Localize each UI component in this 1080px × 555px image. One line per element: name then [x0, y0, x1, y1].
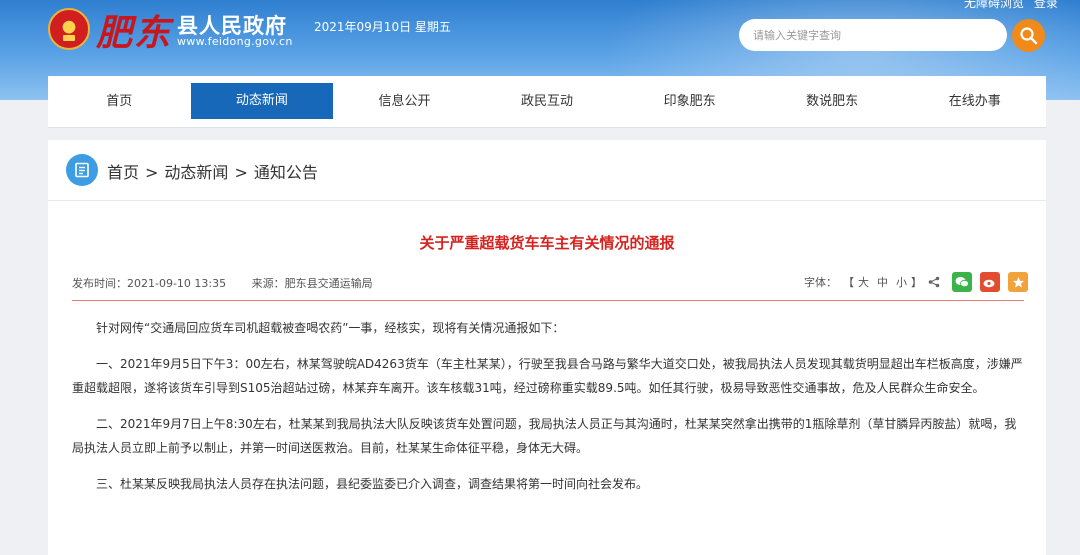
- page-gutter: [1046, 100, 1080, 555]
- wechat-icon: [955, 277, 969, 288]
- nav-info-disclosure[interactable]: 信息公开: [333, 76, 476, 127]
- breadcrumb: 首页 > 动态新闻 > 通知公告: [107, 159, 318, 183]
- source-label: 来源：: [251, 277, 285, 290]
- article-title: 关于严重超载货车车主有关情况的通报: [419, 234, 675, 252]
- top-links: 无障碍浏览 登录: [958, 0, 1058, 11]
- font-size-small[interactable]: 小: [896, 274, 907, 290]
- weibo-icon: [983, 279, 995, 288]
- meta-divider: [72, 300, 1024, 301]
- search-input[interactable]: [739, 19, 1007, 51]
- font-size-large[interactable]: 大: [858, 274, 869, 290]
- paragraph-1: 一、2021年9月5日下午3：00左右，林某驾驶皖AD4263货车（车主杜某某）…: [72, 357, 1023, 395]
- favorite-button[interactable]: [1008, 272, 1028, 292]
- bracket-open: 【: [843, 276, 854, 289]
- login-link[interactable]: 登录: [1034, 0, 1058, 10]
- publish-time: 2021-09-10 13:35: [127, 277, 227, 290]
- document-icon: [75, 162, 89, 178]
- breadcrumb-home[interactable]: 首页: [107, 163, 139, 182]
- paragraph-3: 三、杜某某反映我局执法人员存在执法问题，县纪委监委已介入调查，调查结果将第一时间…: [96, 477, 649, 491]
- search-icon: [1020, 27, 1038, 45]
- current-date: 2021年09月10日 星期五: [314, 20, 451, 34]
- nav-impression[interactable]: 印象肥东: [618, 76, 761, 127]
- nav-interaction[interactable]: 政民互动: [476, 76, 619, 127]
- breadcrumb-divider: [48, 200, 1046, 201]
- breadcrumb-notices[interactable]: 通知公告: [254, 163, 318, 182]
- paragraph-2: 二、2021年9月7日上午8:30左右，杜某某到我局执法大队反映该货车处置问题，…: [72, 417, 1017, 455]
- nav-online-services[interactable]: 在线办事: [903, 76, 1046, 127]
- font-size-label: 字体：: [804, 276, 837, 289]
- accessibility-link[interactable]: 无障碍浏览: [964, 0, 1024, 10]
- weibo-share-button[interactable]: [980, 272, 1000, 292]
- article-meta: 发布时间：2021-09-10 13:35 来源：肥东县交通运输局: [72, 275, 373, 291]
- site-url: www.feidong.gov.cn: [177, 35, 293, 48]
- search-button[interactable]: [1012, 19, 1045, 52]
- main-nav: 首页 动态新闻 信息公开 政民互动 印象肥东 数说肥东 在线办事: [48, 76, 1046, 128]
- paragraph-intro: 针对网传“交通局回应货车司机超载被查喝农药”一事，经核实，现将有关情况通报如下：: [96, 321, 565, 335]
- article-tools: 字体： 【 大 中 小 】: [804, 272, 1028, 292]
- breadcrumb-icon: [66, 154, 98, 186]
- logo-calligraphy: 肥东: [96, 12, 173, 54]
- nav-home[interactable]: 首页: [48, 76, 191, 127]
- star-icon: [1012, 276, 1024, 288]
- nav-statistics[interactable]: 数说肥东: [761, 76, 904, 127]
- share-icon[interactable]: [928, 276, 940, 288]
- font-size-medium[interactable]: 中: [877, 274, 888, 290]
- breadcrumb-news[interactable]: 动态新闻: [164, 163, 228, 182]
- source-value: 肥东县交通运输局: [284, 277, 373, 290]
- breadcrumb-separator: >: [145, 163, 159, 182]
- wechat-share-button[interactable]: [952, 272, 972, 292]
- bracket-close: 】: [911, 276, 922, 289]
- publish-label: 发布时间：: [72, 277, 127, 290]
- nav-news[interactable]: 动态新闻: [190, 83, 334, 119]
- breadcrumb-separator: >: [234, 163, 248, 182]
- national-emblem-icon: [48, 8, 90, 50]
- article-panel: 首页 > 动态新闻 > 通知公告 关于严重超载货车车主有关情况的通报 发布时间：2021…: [48, 140, 1046, 555]
- article-body: 针对网传“交通局回应货车司机超载被查喝农药”一事，经核实，现将有关情况通报如下：…: [72, 316, 1024, 508]
